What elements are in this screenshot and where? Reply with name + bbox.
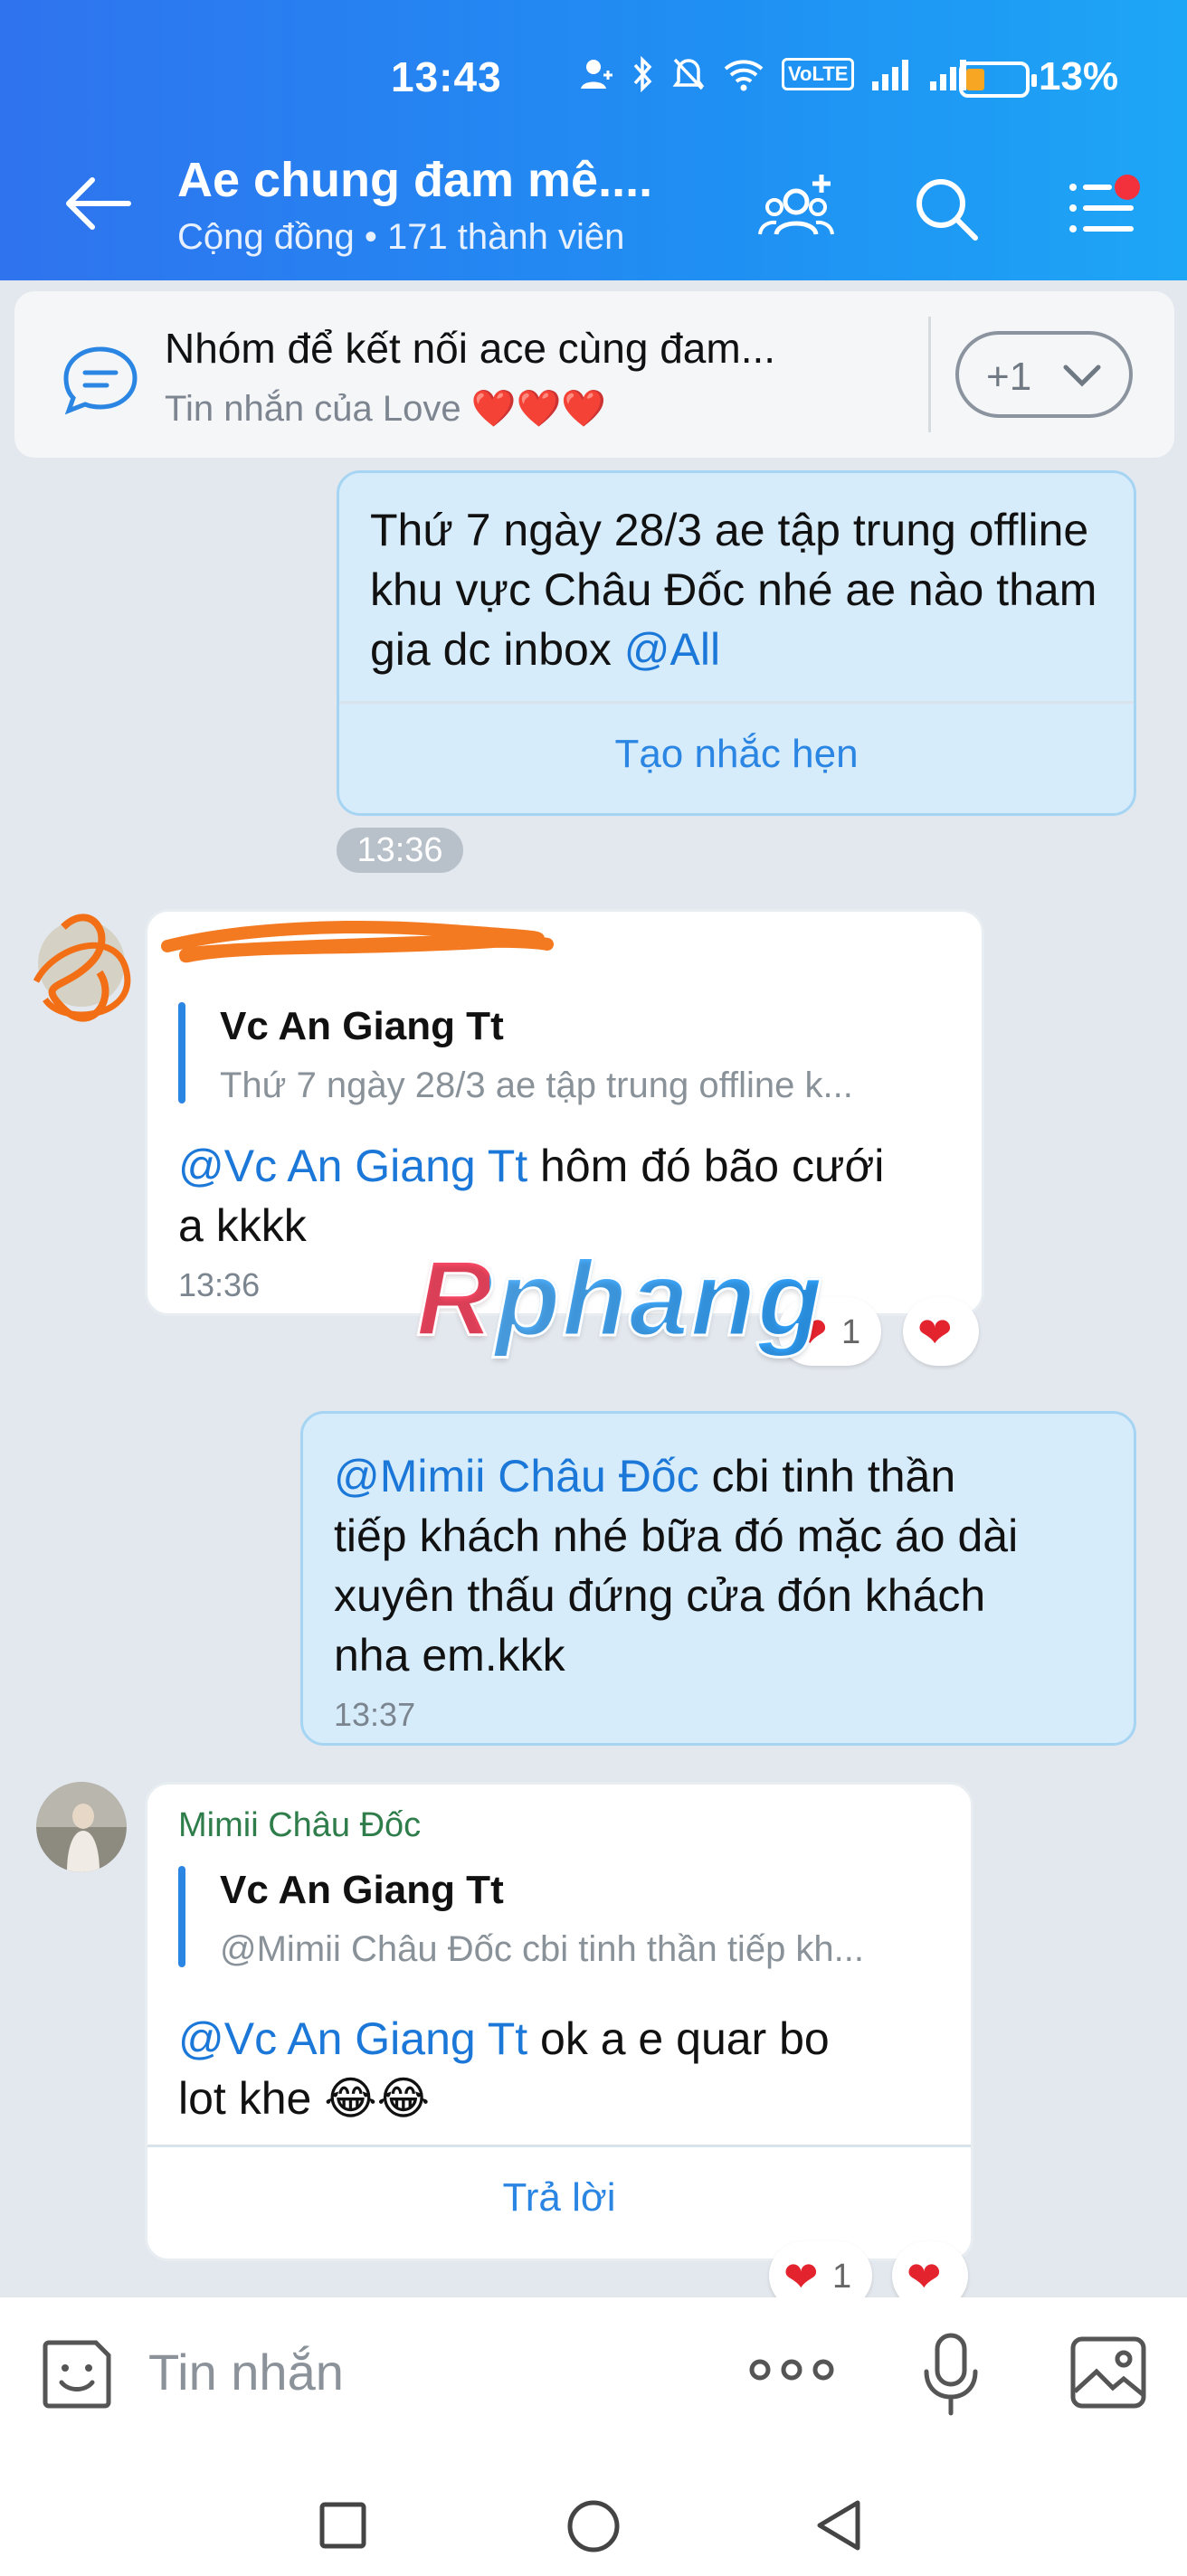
quote-text: Thứ 7 ngày 28/3 ae tập trung offline k..… <box>220 1065 853 1105</box>
divider <box>147 2145 971 2147</box>
status-time: 13:43 <box>391 53 502 100</box>
quote-sender: Vc An Giang Tt <box>220 1004 504 1048</box>
heart-icon: ❤ <box>907 2253 942 2300</box>
pinned-title: Nhóm để kết nối ace cùng đam... <box>165 325 776 372</box>
image-icon[interactable] <box>1068 2334 1149 2411</box>
redacted-name-scribble <box>161 921 554 963</box>
message-text: @Vc An Giang Tt ok a e quar bo lot khe 😂… <box>178 2009 956 2128</box>
message-body: xuyên thấu đứng cửa đón khách <box>334 1570 986 1621</box>
mention-link[interactable]: @Vc An Giang Tt <box>178 2013 527 2064</box>
message-bubble-outgoing[interactable]: @Mimii Châu Đốc cbi tinh thần tiếp khách… <box>300 1411 1136 1746</box>
quote-bar <box>178 1866 185 1967</box>
divider <box>928 317 931 432</box>
message-bubble-incoming[interactable]: Mimii Châu Đốc Vc An Giang Tt @Mimii Châ… <box>145 1782 973 2261</box>
menu-icon[interactable] <box>1064 167 1145 249</box>
message-timestamp: 13:37 <box>334 1696 416 1733</box>
mute-icon <box>672 58 705 90</box>
reply-button[interactable]: Trả lời <box>147 2175 971 2221</box>
quote-bar <box>178 1002 185 1103</box>
status-bar: 13:43 VoLTE 13% <box>0 45 1187 118</box>
pinned-more-label: +1 <box>986 355 1032 399</box>
message-composer: Tin nhắn <box>0 2297 1187 2447</box>
watermark-logo: Rphang <box>414 1238 825 1360</box>
message-timestamp: 13:36 <box>337 828 463 873</box>
volte-badge: VoLTE <box>782 58 855 90</box>
quote-sender: Vc An Giang Tt <box>220 1868 504 1912</box>
sticker-icon[interactable] <box>36 2334 118 2415</box>
back-arrow-icon[interactable] <box>63 172 136 235</box>
message-body: ok a e quar bo <box>527 2013 830 2064</box>
app-header: 13:43 VoLTE 13% Ae chung đam mê.... Cộng… <box>0 0 1187 280</box>
battery-percent: 13% <box>1039 54 1119 99</box>
status-icons: VoLTE <box>579 56 970 92</box>
message-body: lot khe 😂😂 <box>178 2073 431 2124</box>
message-input[interactable]: Tin nhắn <box>148 2343 344 2401</box>
pinned-subtitle: Tin nhắn của Love ❤️❤️❤️ <box>165 389 607 429</box>
add-member-icon[interactable] <box>756 167 838 249</box>
heart-icon: ❤ <box>917 1309 953 1356</box>
group-subtitle: Cộng đồng • 171 thành viên <box>177 217 625 257</box>
chat-bubble-icon <box>63 346 138 415</box>
quote-text: @Mimii Châu Đốc cbi tinh thần tiếp kh... <box>220 1929 865 1969</box>
system-nav-bar <box>0 2447 1187 2576</box>
signal-1-icon <box>872 60 909 90</box>
mention-link[interactable]: @Vc An Giang Tt <box>178 1141 527 1191</box>
home-icon[interactable] <box>566 2499 621 2553</box>
message-body: a kkkk <box>178 1200 307 1251</box>
message-text: Thứ 7 ngày 28/3 ae tập trung offline khu… <box>370 500 1112 679</box>
message-bubble-outgoing[interactable]: Thứ 7 ngày 28/3 ae tập trung offline khu… <box>337 470 1136 816</box>
bluetooth-icon <box>633 56 652 92</box>
message-body: tiếp khách nhé bữa đó mặc áo dài <box>334 1511 1019 1561</box>
group-title[interactable]: Ae chung đam mê.... <box>177 152 652 208</box>
message-timestamp: 13:36 <box>178 1266 261 1303</box>
sender-name[interactable]: Mimii Châu Đốc <box>178 1806 421 1845</box>
message-body: cbi tinh thần <box>698 1451 956 1501</box>
mention-link[interactable]: @Mimii Châu Đốc <box>334 1451 699 1501</box>
message-body: nha em.kkk <box>334 1630 565 1681</box>
message-text: @Mimii Châu Đốc cbi tinh thần tiếp khách… <box>334 1446 1130 1685</box>
reaction-count: 1 <box>832 2258 852 2296</box>
pinned-message-bar[interactable]: Nhóm để kết nối ace cùng đam... Tin nhắn… <box>14 291 1174 458</box>
mention-link[interactable]: @All <box>624 624 720 675</box>
avatar[interactable] <box>27 891 136 1036</box>
pinned-more-button[interactable]: +1 <box>955 331 1133 418</box>
create-reminder-button[interactable]: Tạo nhắc hẹn <box>339 732 1134 777</box>
react-button[interactable]: ❤ <box>903 1297 979 1366</box>
more-icon[interactable] <box>747 2352 836 2388</box>
back-nav-icon[interactable] <box>812 2497 867 2553</box>
reaction-count: 1 <box>841 1313 861 1351</box>
recents-icon[interactable] <box>318 2501 367 2550</box>
search-icon[interactable] <box>905 167 986 249</box>
battery-icon <box>959 62 1037 98</box>
heart-icon: ❤ <box>783 2253 819 2300</box>
avatar[interactable] <box>36 1782 127 1872</box>
mic-icon[interactable] <box>919 2330 983 2420</box>
chevron-down-icon <box>1063 365 1101 387</box>
person-icon <box>581 60 612 89</box>
message-body: hôm đó bão cưới <box>527 1141 885 1191</box>
divider <box>339 701 1134 704</box>
message-body: Thứ 7 ngày 28/3 ae tập trung offline khu… <box>370 505 1097 675</box>
wifi-icon <box>724 60 764 91</box>
